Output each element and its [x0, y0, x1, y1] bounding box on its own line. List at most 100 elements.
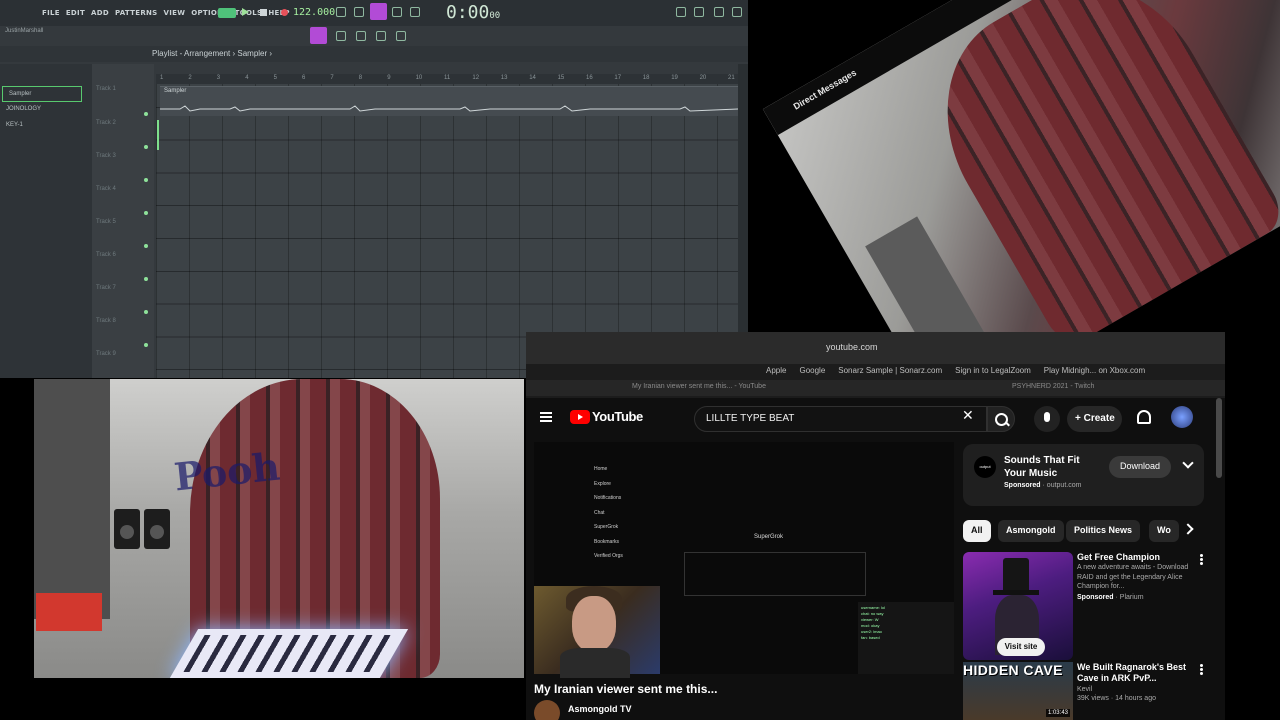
browser-item-joinology[interactable]: JOINOLOGY	[0, 102, 92, 118]
favorite-link[interactable]: Play Midnigh... on Xbox.com	[1044, 366, 1145, 375]
mic-icon[interactable]	[714, 7, 724, 17]
playlist-breadcrumb[interactable]: Playlist - Arrangement › Sampler ›	[152, 49, 272, 58]
create-button[interactable]: + Create	[1067, 406, 1122, 432]
stop-icon[interactable]	[260, 9, 267, 16]
snap-mode-icon[interactable]	[370, 3, 387, 20]
frame-input-box	[684, 552, 866, 596]
chip-asmongold[interactable]: Asmongold	[998, 520, 1064, 542]
track-label[interactable]: Track 4	[96, 186, 116, 192]
favorite-link[interactable]: Sign in to LegalZoom	[955, 366, 1031, 375]
favorite-link[interactable]: Apple	[766, 366, 786, 375]
item-sponsored-label: Sponsored	[1077, 593, 1114, 601]
menu-edit[interactable]: EDIT	[66, 9, 85, 17]
play-icon[interactable]	[242, 8, 249, 16]
pattern-song-toggle[interactable]	[218, 8, 236, 18]
sponsored-ad-card[interactable]: output Sounds That Fit Your Music Sponso…	[963, 444, 1204, 506]
ad-domain: output.com	[1046, 482, 1082, 489]
chip-politics-news[interactable]: Politics News	[1066, 520, 1141, 542]
track-mute-dot[interactable]	[144, 310, 148, 314]
youtube-logo[interactable]: YouTube	[570, 409, 643, 424]
more-options-icon[interactable]	[1200, 554, 1203, 557]
avatar[interactable]	[1171, 406, 1193, 428]
step-edit-icon[interactable]	[410, 7, 420, 17]
video-thumbnail[interactable]: HIDDEN CAVE 1:03:43	[963, 662, 1073, 720]
safari-window: youtube.com Apple Google Sonarz Sample |…	[526, 332, 1225, 720]
browser-item-key[interactable]: KEY-1	[0, 118, 92, 134]
menu-file[interactable]: FILE	[42, 9, 60, 17]
search-input[interactable]: LILLTE TYPE BEAT	[694, 406, 987, 432]
track-mute-dot[interactable]	[144, 244, 148, 248]
track-label[interactable]: Track 8	[96, 318, 116, 324]
track-label[interactable]: Track 9	[96, 351, 116, 357]
track-mute-dot[interactable]	[144, 343, 148, 347]
favorite-link[interactable]: Google	[799, 366, 825, 375]
chat-line: fan: based	[861, 635, 880, 640]
timeline-ruler[interactable]: 1 2 3 4 5 6 7 8 9 10 11 12 13 14 15 16 17 18 19 20 21	[156, 74, 738, 84]
related-ad-item[interactable]: Get Free Champion A new adventure awaits…	[1077, 552, 1197, 601]
track-label[interactable]: Track 3	[96, 153, 116, 159]
search-icon[interactable]	[987, 406, 1015, 432]
item-title: We Built Ragnarok's Best Cave in ARK PvP…	[1077, 662, 1186, 683]
playlist-scrollbar[interactable]	[738, 64, 748, 378]
track-label[interactable]: Track 7	[96, 285, 116, 291]
track-mute-dot[interactable]	[144, 112, 148, 116]
channel-name[interactable]: Asmongold TV	[568, 704, 632, 714]
menu-add[interactable]: ADD	[91, 9, 109, 17]
streamer-facecam	[534, 586, 660, 678]
address-bar[interactable]: youtube.com	[826, 342, 878, 352]
ad-thumbnail[interactable]: Visit site	[963, 552, 1073, 660]
audio-clip[interactable]: Sampler	[160, 86, 738, 116]
webcam-feed: Direct Messages	[762, 0, 1280, 332]
volume-icon[interactable]	[694, 7, 704, 17]
menu-patterns[interactable]: PATTERNS	[115, 9, 158, 17]
ad-sponsor-line: Sponsored · output.com	[1004, 482, 1082, 489]
more-options-icon[interactable]	[1200, 664, 1203, 667]
tab-twitch[interactable]: PSYHNERD 2021 - Twitch	[1012, 383, 1094, 390]
related-video-item[interactable]: We Built Ragnarok's Best Cave in ARK PvP…	[1077, 662, 1197, 702]
browser-icon[interactable]	[396, 31, 406, 41]
track-label[interactable]: Track 5	[96, 219, 116, 225]
settings-icon[interactable]	[732, 7, 742, 17]
chip-wo[interactable]: Wo	[1149, 520, 1179, 542]
favorite-link[interactable]: Sonarz Sample | Sonarz.com	[838, 366, 942, 375]
clear-search-icon[interactable]: ✕	[962, 407, 974, 424]
menu-icon[interactable]	[540, 412, 552, 422]
page-scrollbar[interactable]	[1216, 398, 1222, 478]
clock-small: 00	[489, 11, 501, 21]
tempo-display[interactable]: 122.000	[293, 7, 335, 18]
notifications-icon[interactable]	[1137, 410, 1151, 424]
visit-site-button[interactable]: Visit site	[997, 638, 1045, 656]
chevron-down-icon[interactable]	[1182, 457, 1194, 469]
thumbnail-hat	[1003, 558, 1029, 592]
video-duration: 1:03:43	[1045, 709, 1070, 717]
channel-avatar[interactable]	[534, 700, 560, 720]
track-mute-dot[interactable]	[144, 277, 148, 281]
record-icon[interactable]	[281, 9, 288, 16]
track-label[interactable]: Track 2	[96, 120, 116, 126]
download-button[interactable]: Download	[1109, 456, 1171, 478]
mixer-icon[interactable]	[356, 31, 366, 41]
piano-roll-icon[interactable]	[376, 31, 386, 41]
metronome-icon[interactable]	[336, 7, 346, 17]
tab-youtube[interactable]: My Iranian viewer sent me this... - YouT…	[632, 383, 766, 390]
ruler-tick: 6	[302, 75, 306, 81]
menu-view[interactable]: VIEW	[164, 9, 186, 17]
playlist-tool-icon[interactable]	[310, 27, 327, 44]
track-mute-dot[interactable]	[144, 145, 148, 149]
video-player[interactable]: Home Explore Notifications Chat SuperGro…	[534, 442, 954, 678]
video-frame-nav: Home Explore Notifications Chat SuperGro…	[594, 462, 623, 564]
ruler-tick: 1	[160, 75, 164, 81]
channel-rack-icon[interactable]	[336, 31, 346, 41]
browser-item-sampler[interactable]: Sampler	[2, 86, 82, 102]
voice-search-icon[interactable]	[1034, 406, 1060, 432]
playhead[interactable]	[157, 120, 159, 150]
track-mute-dot[interactable]	[144, 211, 148, 215]
ruler-tick: 13	[500, 75, 508, 81]
track-mute-dot[interactable]	[144, 178, 148, 182]
loop-record-icon[interactable]	[392, 7, 402, 17]
track-label[interactable]: Track 6	[96, 252, 116, 258]
wait-input-icon[interactable]	[354, 7, 364, 17]
chip-all[interactable]: All	[963, 520, 991, 542]
fl-studio-window: FILE EDIT ADD PATTERNS VIEW OPTIONS TOOL…	[0, 0, 748, 378]
track-header-label[interactable]: Track 1	[96, 86, 116, 92]
